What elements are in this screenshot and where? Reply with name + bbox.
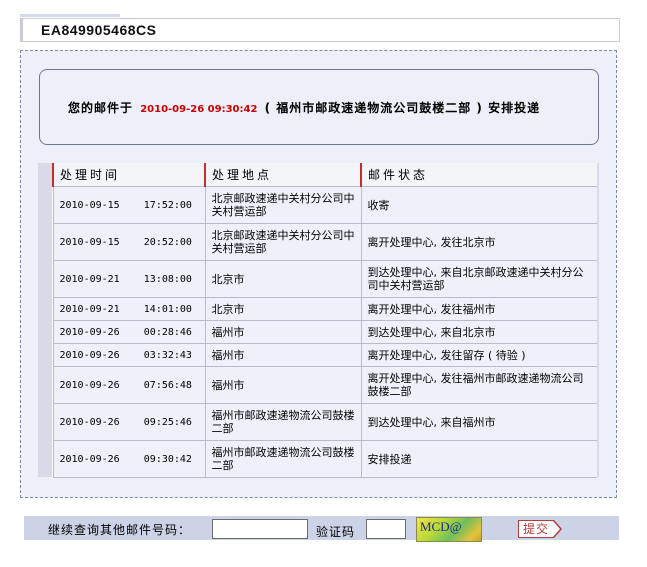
- row-place: 福州市: [204, 320, 361, 344]
- captcha-image-text: MCD@: [420, 519, 462, 534]
- table-row: 2010-09-21 14:01:00 北京市 离开处理中心, 发往福州市: [52, 297, 597, 321]
- table-row: 2010-09-26 09:25:46 福州市邮政速递物流公司鼓楼二部 到达处理…: [52, 403, 597, 441]
- row-place: 北京市: [204, 297, 361, 321]
- row-status: 到达处理中心, 来自福州市: [360, 403, 597, 441]
- row-status: 离开处理中心, 发往北京市: [360, 223, 597, 261]
- table-row: 2010-09-26 09:30:42 福州市邮政速递物流公司鼓楼二部 安排投递: [52, 440, 597, 478]
- row-status: 到达处理中心, 来自北京市: [360, 320, 597, 344]
- row-status: 收寄: [360, 186, 597, 224]
- row-time: 2010-09-21 14:01:00: [52, 297, 205, 321]
- summary-suffix: ( 福州市邮政速递物流公司鼓楼二部 ) 安排投递: [264, 101, 541, 115]
- table-row: 2010-09-21 13:08:00 北京市 到达处理中心, 来自北京邮政速递…: [52, 260, 597, 298]
- row-time: 2010-09-21 13:08:00: [52, 260, 205, 298]
- row-time: 2010-09-15 17:52:00: [52, 186, 205, 224]
- captcha-input[interactable]: [366, 519, 406, 539]
- tracking-number-bar: EA849905468CS: [20, 18, 620, 42]
- row-place: 福州市: [204, 366, 361, 404]
- header-place: 处理地点: [204, 163, 361, 187]
- tracking-table-container: 处理时间 处理地点 邮件状态 2010-09-15 17:52:00 北京邮政速…: [38, 163, 599, 478]
- row-status: 安排投递: [360, 440, 597, 478]
- row-time: 2010-09-26 03:32:43: [52, 343, 205, 367]
- tracking-number: EA849905468CS: [41, 22, 157, 38]
- table-row: 2010-09-15 20:52:00 北京邮政速递中关村分公司中关村营运部 离…: [52, 223, 597, 261]
- row-place: 福州市: [204, 343, 361, 367]
- row-place: 福州市邮政速递物流公司鼓楼二部: [204, 440, 361, 478]
- submit-button[interactable]: 提交: [518, 520, 562, 538]
- summary-timestamp: 2010-09-26 09:30:42: [140, 104, 258, 115]
- header-status: 邮件状态: [360, 163, 597, 187]
- submit-button-label: 提交: [522, 522, 549, 536]
- summary-prefix: 您的邮件于: [68, 101, 134, 115]
- row-place: 北京市: [204, 260, 361, 298]
- row-status: 离开处理中心, 发往福州市邮政速递物流公司鼓楼二部: [360, 366, 597, 404]
- row-status: 离开处理中心, 发往福州市: [360, 297, 597, 321]
- row-time: 2010-09-26 07:56:48: [52, 366, 205, 404]
- header-tab-decoration: [20, 14, 120, 17]
- row-place: 北京邮政速递中关村分公司中关村营运部: [204, 223, 361, 261]
- row-place: 福州市邮政速递物流公司鼓楼二部: [204, 403, 361, 441]
- table-row: 2010-09-26 07:56:48 福州市 离开处理中心, 发往福州市邮政速…: [52, 366, 597, 404]
- table-row: 2010-09-26 03:32:43 福州市 离开处理中心, 发往留存 ( 待…: [52, 343, 597, 367]
- row-place: 北京邮政速递中关村分公司中关村营运部: [204, 186, 361, 224]
- continue-query-bar: 继续查询其他邮件号码： 验证码 MCD@ 提交: [24, 516, 619, 542]
- table-row: 2010-09-26 00:28:46 福州市 到达处理中心, 来自北京市: [52, 320, 597, 344]
- row-status: 到达处理中心, 来自北京邮政速递中关村分公司中关村营运部: [360, 260, 597, 298]
- captcha-label: 验证码: [316, 525, 356, 539]
- row-time: 2010-09-26 09:30:42: [52, 440, 205, 478]
- continue-query-label: 继续查询其他邮件号码：: [48, 523, 192, 537]
- tracking-number-input[interactable]: [212, 519, 308, 539]
- row-time: 2010-09-26 09:25:46: [52, 403, 205, 441]
- table-header-row: 处理时间 处理地点 邮件状态: [52, 163, 597, 187]
- table-row: 2010-09-15 17:52:00 北京邮政速递中关村分公司中关村营运部 收…: [52, 186, 597, 224]
- delivery-summary-box: 您的邮件于 2010-09-26 09:30:42 ( 福州市邮政速递物流公司鼓…: [39, 69, 599, 145]
- row-time: 2010-09-26 00:28:46: [52, 320, 205, 344]
- captcha-image[interactable]: MCD@: [416, 517, 482, 542]
- row-time: 2010-09-15 20:52:00: [52, 223, 205, 261]
- header-time: 处理时间: [52, 163, 205, 187]
- delivery-summary: 您的邮件于 2010-09-26 09:30:42 ( 福州市邮政速递物流公司鼓…: [68, 99, 540, 116]
- tracking-table: 处理时间 处理地点 邮件状态 2010-09-15 17:52:00 北京邮政速…: [52, 163, 597, 478]
- row-status: 离开处理中心, 发往留存 ( 待验 ): [360, 343, 597, 367]
- result-panel: 您的邮件于 2010-09-26 09:30:42 ( 福州市邮政速递物流公司鼓…: [20, 50, 617, 498]
